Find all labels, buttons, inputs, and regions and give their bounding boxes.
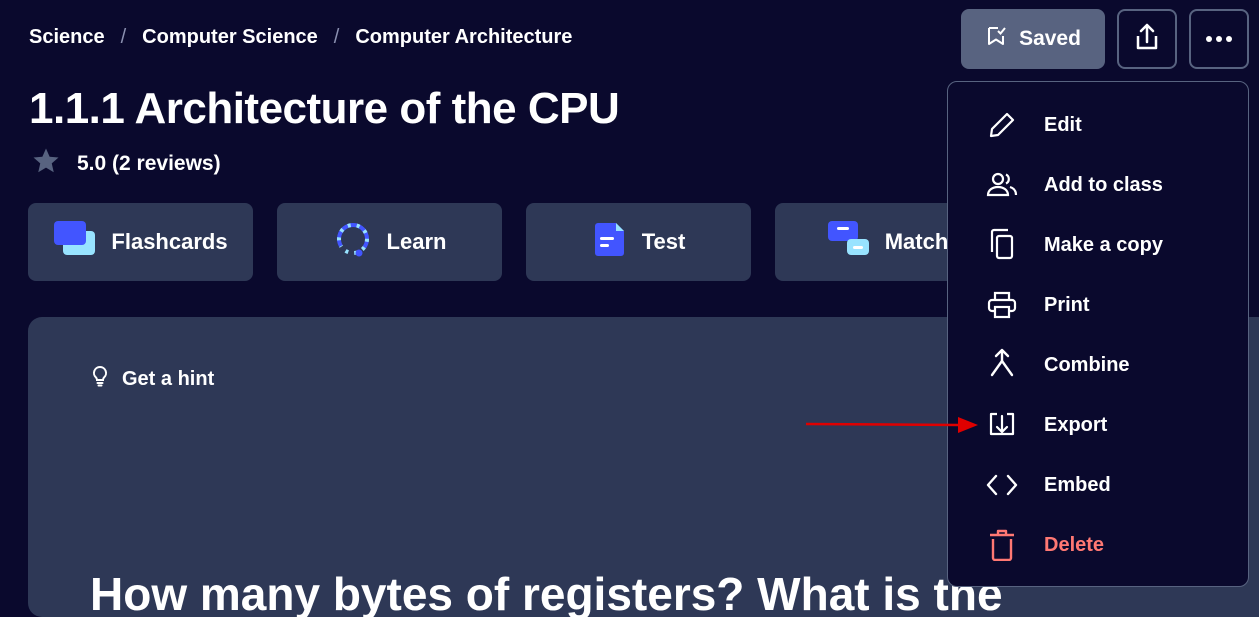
menu-item-label: Delete bbox=[1044, 533, 1105, 556]
saved-button[interactable]: Saved bbox=[961, 9, 1105, 69]
bookmark-icon bbox=[985, 25, 1007, 53]
menu-item-export[interactable]: Export bbox=[948, 397, 1248, 453]
test-label: Test bbox=[641, 229, 686, 254]
menu-item-label: Make a copy bbox=[1044, 233, 1163, 256]
saved-label: Saved bbox=[1019, 27, 1081, 50]
share-icon bbox=[1133, 22, 1161, 57]
star-icon bbox=[31, 146, 61, 182]
menu-item-label: Edit bbox=[1044, 113, 1082, 136]
match-label: Match bbox=[884, 229, 949, 254]
copy-icon bbox=[982, 228, 1022, 262]
flashcards-icon bbox=[53, 219, 97, 265]
more-options-button[interactable] bbox=[1189, 9, 1249, 69]
pencil-icon bbox=[982, 110, 1022, 140]
merge-icon bbox=[982, 347, 1022, 383]
menu-item-delete[interactable]: Delete bbox=[948, 517, 1248, 573]
annotation-arrow bbox=[806, 417, 978, 433]
export-icon bbox=[982, 410, 1022, 440]
card-question: How many bytes of registers? What is the bbox=[90, 568, 1003, 617]
options-menu: Edit Add to class Make a copy Print Comb… bbox=[947, 81, 1249, 587]
menu-item-label: Add to class bbox=[1044, 173, 1163, 196]
hint-button[interactable]: Get a hint bbox=[90, 365, 214, 393]
breadcrumb-separator: / bbox=[333, 26, 340, 48]
learn-label: Learn bbox=[386, 229, 447, 254]
breadcrumb-computer-architecture[interactable]: Computer Architecture bbox=[355, 26, 572, 49]
rating-text: 5.0 (2 reviews) bbox=[77, 152, 221, 175]
flashcards-label: Flashcards bbox=[111, 229, 228, 254]
test-icon bbox=[592, 219, 628, 265]
menu-item-edit[interactable]: Edit bbox=[948, 97, 1248, 153]
breadcrumb: Science / Computer Science / Computer Ar… bbox=[29, 26, 572, 49]
trash-icon bbox=[982, 529, 1022, 561]
menu-item-combine[interactable]: Combine bbox=[948, 337, 1248, 393]
printer-icon bbox=[982, 290, 1022, 320]
menu-item-print[interactable]: Print bbox=[948, 277, 1248, 333]
study-modes: Flashcards Learn Test Match bbox=[28, 203, 1000, 281]
breadcrumb-computer-science[interactable]: Computer Science bbox=[142, 26, 318, 49]
rating[interactable]: 5.0 (2 reviews) bbox=[31, 146, 221, 182]
breadcrumb-separator: / bbox=[120, 26, 127, 48]
more-icon bbox=[1204, 30, 1234, 48]
menu-item-label: Combine bbox=[1044, 353, 1130, 376]
people-icon bbox=[982, 170, 1022, 200]
lightbulb-icon bbox=[90, 365, 110, 393]
menu-item-label: Export bbox=[1044, 413, 1108, 436]
learn-icon bbox=[333, 219, 373, 265]
breadcrumb-science[interactable]: Science bbox=[29, 26, 105, 49]
match-icon bbox=[827, 219, 871, 265]
test-button[interactable]: Test bbox=[526, 203, 751, 281]
learn-button[interactable]: Learn bbox=[277, 203, 502, 281]
menu-item-embed[interactable]: Embed bbox=[948, 457, 1248, 513]
menu-item-add-to-class[interactable]: Add to class bbox=[948, 157, 1248, 213]
code-icon bbox=[982, 472, 1022, 498]
flashcards-button[interactable]: Flashcards bbox=[28, 203, 253, 281]
menu-item-label: Print bbox=[1044, 293, 1090, 316]
menu-item-label: Embed bbox=[1044, 473, 1111, 496]
page-title: 1.1.1 Architecture of the CPU bbox=[29, 84, 620, 133]
hint-label: Get a hint bbox=[122, 367, 215, 390]
share-button[interactable] bbox=[1117, 9, 1177, 69]
menu-item-make-a-copy[interactable]: Make a copy bbox=[948, 217, 1248, 273]
